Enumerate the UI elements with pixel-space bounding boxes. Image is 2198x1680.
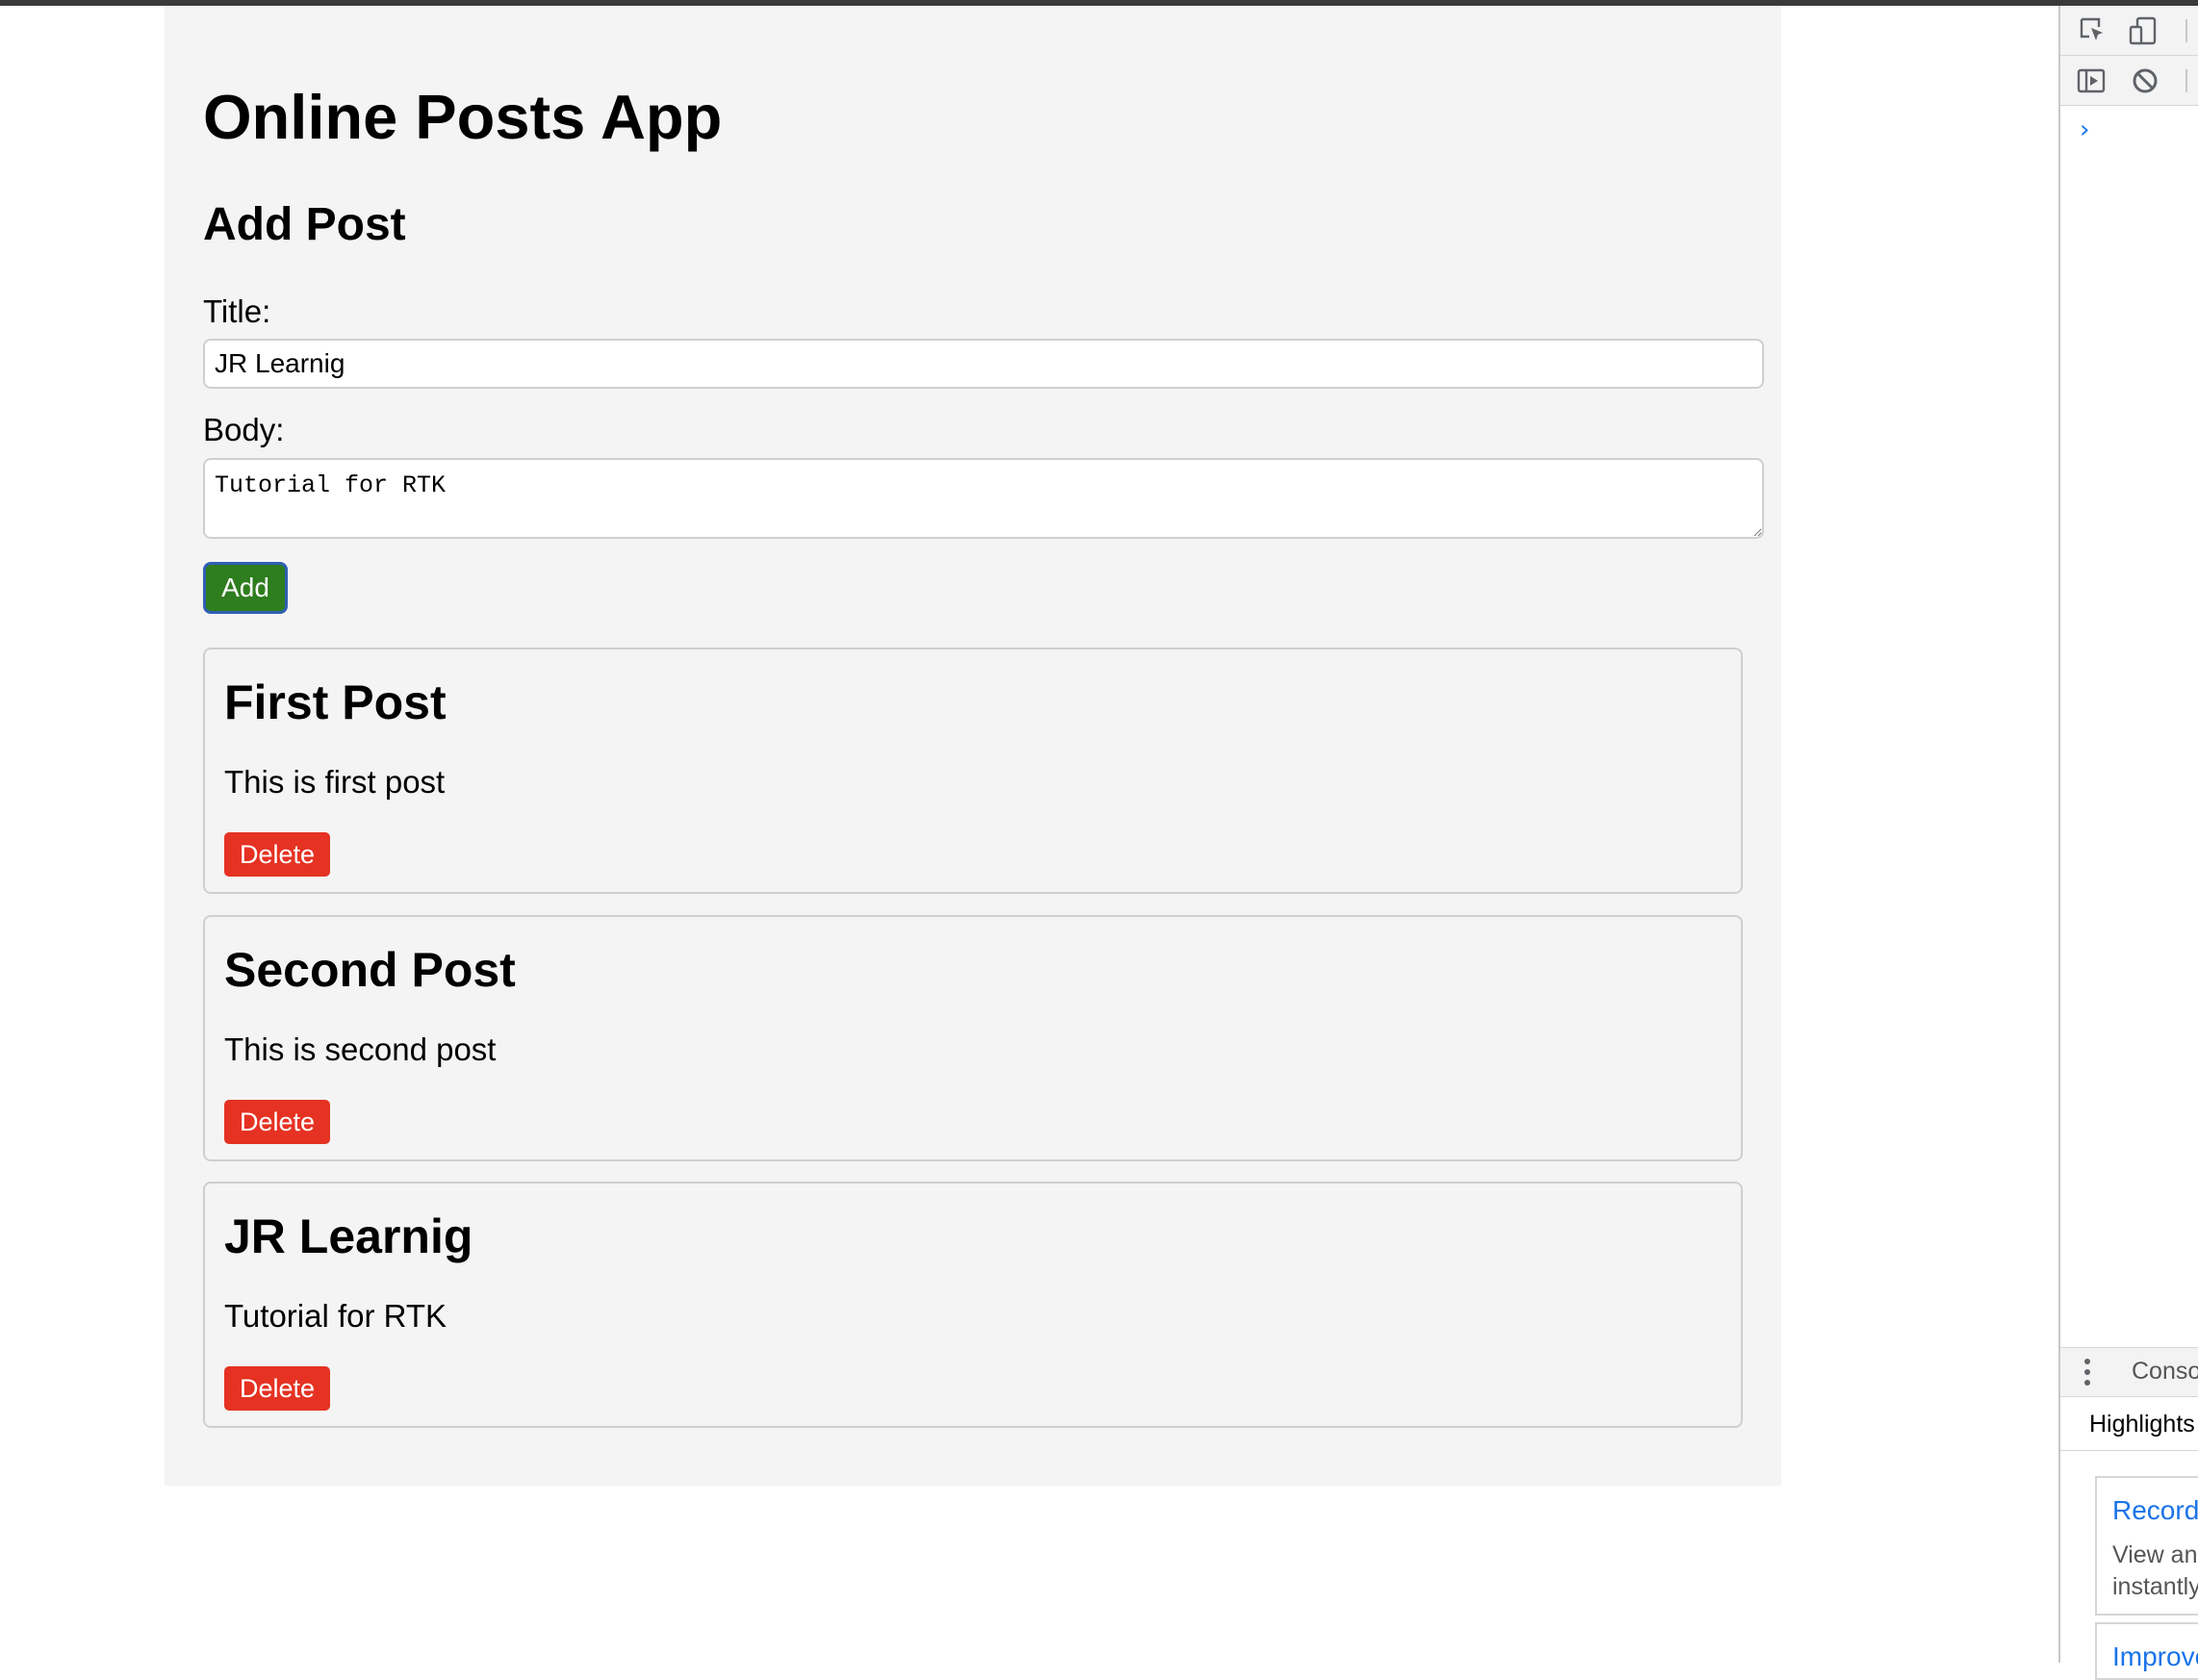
body-textarea[interactable]: Tutorial for RTK: [203, 458, 1764, 539]
title-label: Title:: [203, 293, 271, 329]
add-post-heading: Add Post: [203, 199, 406, 250]
post-title: JR Learnig: [224, 1209, 473, 1263]
post-body: This is first post: [224, 764, 446, 800]
devtools-main-toolbar: [2060, 6, 2198, 56]
post-card: JR Learnig Tutorial for RTK Delete: [203, 1182, 1743, 1428]
title-input[interactable]: [203, 339, 1764, 389]
delete-post-button[interactable]: Delete: [224, 832, 330, 877]
devtools-panel: › Conso Highlights Record View an instan…: [2058, 6, 2198, 1680]
post-card: Second Post This is second post Delete: [203, 915, 1743, 1161]
console-toolbar: [2060, 56, 2198, 106]
delete-post-button[interactable]: Delete: [224, 1366, 330, 1411]
clear-console-icon[interactable]: [2130, 65, 2160, 96]
highlight-card[interactable]: Record View an instantly: [2095, 1476, 2198, 1616]
highlights-header: Highlights: [2060, 1397, 2198, 1451]
tab-console[interactable]: Conso: [2132, 1358, 2198, 1386]
toolbar-divider: [2185, 69, 2187, 92]
inspect-element-icon[interactable]: [2078, 15, 2109, 46]
post-title: First Post: [224, 675, 447, 729]
highlight-card-title[interactable]: Improve: [2112, 1642, 2198, 1672]
post-card: First Post This is first post Delete: [203, 648, 1743, 894]
page-title: Online Posts App: [203, 82, 723, 152]
add-post-button[interactable]: Add: [203, 562, 288, 614]
highlight-card-title[interactable]: Record: [2112, 1495, 2198, 1526]
post-title: Second Post: [224, 943, 516, 997]
device-toggle-icon[interactable]: [2128, 15, 2159, 46]
console-prompt-icon[interactable]: ›: [2080, 115, 2089, 144]
highlight-card-line: View an: [2112, 1541, 2198, 1568]
sidebar-toggle-icon[interactable]: [2076, 65, 2107, 96]
devtools-drawer-tabs: Conso: [2060, 1347, 2198, 1397]
highlight-card[interactable]: Improve: [2095, 1622, 2198, 1680]
post-body: This is second post: [224, 1031, 497, 1067]
post-body: Tutorial for RTK: [224, 1298, 447, 1334]
toolbar-divider: [2185, 19, 2187, 42]
tab-highlights[interactable]: Highlights: [2089, 1411, 2195, 1438]
body-label: Body:: [203, 412, 285, 447]
kebab-menu-icon[interactable]: [2083, 1358, 2091, 1387]
highlight-card-text: View an instantly: [2112, 1540, 2198, 1603]
delete-post-button[interactable]: Delete: [224, 1100, 330, 1144]
app-container: Online Posts App Add Post Title: Body: T…: [165, 6, 1781, 1486]
highlight-card-line: instantly: [2112, 1573, 2198, 1600]
